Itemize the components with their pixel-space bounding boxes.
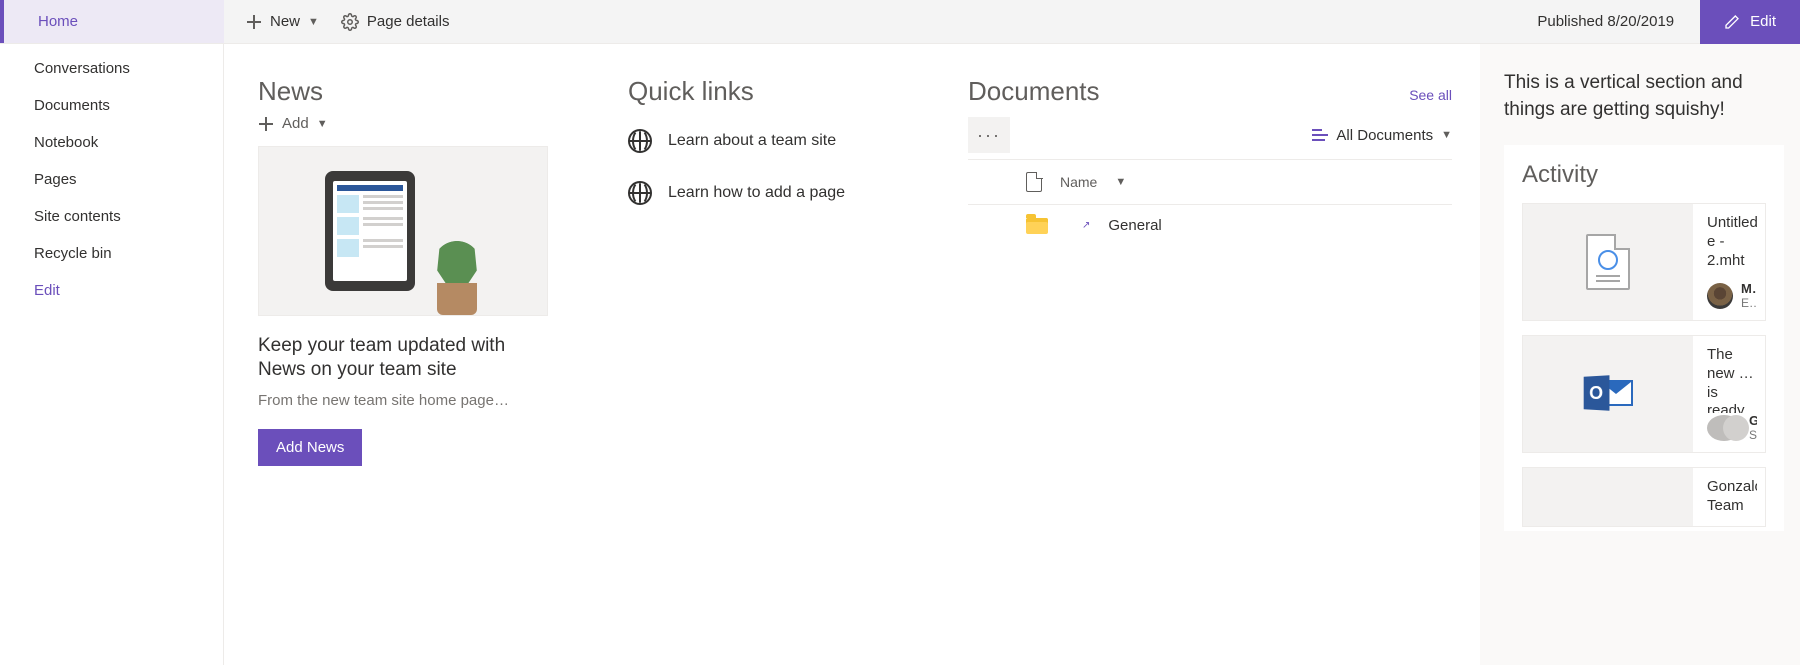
activity-item[interactable]: Gonzalos Team bbox=[1522, 467, 1766, 527]
new-button[interactable]: New ▼ bbox=[246, 13, 319, 30]
activity-item-title: The new … is ready bbox=[1707, 346, 1757, 413]
avatar bbox=[1707, 415, 1741, 441]
command-bar-right: Published 8/20/2019 Edit bbox=[1537, 0, 1800, 43]
activity-item-action: Edi… bbox=[1741, 296, 1757, 310]
documents-column-header[interactable]: Name ▼ bbox=[968, 160, 1452, 205]
activity-item[interactable]: O The new … is ready Go… Se… bbox=[1522, 335, 1766, 453]
nav-item-conversations[interactable]: Conversations bbox=[0, 50, 223, 87]
nav-item-notebook[interactable]: Notebook bbox=[0, 124, 223, 161]
news-add-label: Add bbox=[282, 115, 309, 132]
chevron-down-icon: ▼ bbox=[1115, 176, 1126, 188]
edit-button[interactable]: Edit bbox=[1700, 0, 1800, 44]
canvas: News Add ▼ bbox=[224, 44, 1800, 665]
web-document-icon bbox=[1586, 234, 1630, 290]
chevron-down-icon: ▼ bbox=[308, 16, 319, 28]
layout: Conversations Documents Notebook Pages S… bbox=[0, 44, 1800, 665]
file-icon bbox=[1026, 172, 1042, 192]
plus-icon bbox=[258, 116, 274, 132]
nav-item-edit[interactable]: Edit bbox=[0, 272, 223, 309]
activity-item-title: Gonzalos Team bbox=[1707, 478, 1757, 516]
quicklink-label: Learn about a team site bbox=[668, 132, 836, 150]
documents-row-name: General bbox=[1108, 217, 1161, 234]
folder-icon bbox=[1026, 218, 1048, 234]
documents-toolbar: ··· All Documents ▼ bbox=[968, 117, 1452, 160]
activity-item-user: Mi… bbox=[1741, 281, 1757, 296]
quicklink-item[interactable]: Learn how to add a page bbox=[628, 167, 928, 219]
activity-meta: Untitled… e - 2.mht Mi… Edi… bbox=[1693, 204, 1765, 320]
page-details-button[interactable]: Page details bbox=[341, 13, 450, 31]
documents-view-label: All Documents bbox=[1336, 127, 1433, 144]
plant-illustration bbox=[433, 225, 481, 315]
column-name-label: Name bbox=[1060, 174, 1097, 190]
documents-title: Documents bbox=[968, 76, 1100, 107]
page-details-label: Page details bbox=[367, 13, 450, 30]
published-date: Published 8/20/2019 bbox=[1537, 13, 1674, 30]
quicklink-item[interactable]: Learn about a team site bbox=[628, 115, 928, 167]
news-webpart: News Add ▼ bbox=[258, 76, 588, 665]
activity-thumb: O bbox=[1523, 336, 1693, 452]
nav-item-documents[interactable]: Documents bbox=[0, 87, 223, 124]
activity-item-title: Untitled… e - 2.mht bbox=[1707, 214, 1757, 270]
documents-more-button[interactable]: ··· bbox=[968, 117, 1010, 153]
news-add-button[interactable]: Add ▼ bbox=[258, 115, 588, 132]
quicklink-label: Learn how to add a page bbox=[668, 184, 845, 202]
globe-icon bbox=[628, 181, 652, 205]
documents-view-selector[interactable]: All Documents ▼ bbox=[1312, 127, 1452, 144]
command-bar-actions: New ▼ Page details bbox=[224, 0, 1537, 43]
outlook-icon: O bbox=[1583, 374, 1633, 414]
chevron-down-icon: ▼ bbox=[1441, 129, 1452, 141]
chevron-down-icon: ▼ bbox=[317, 118, 328, 130]
documents-row[interactable]: ↗ General bbox=[968, 205, 1452, 246]
activity-item[interactable]: Untitled… e - 2.mht Mi… Edi… bbox=[1522, 203, 1766, 321]
activity-meta: The new … is ready Go… Se… bbox=[1693, 336, 1765, 452]
nav-item-recycle-bin[interactable]: Recycle bin bbox=[0, 235, 223, 272]
activity-item-action: Se… bbox=[1749, 428, 1757, 442]
vertical-text: This is a vertical section and things ar… bbox=[1504, 70, 1784, 123]
activity-title: Activity bbox=[1522, 161, 1766, 189]
pencil-icon bbox=[1724, 14, 1740, 30]
quicklinks-title: Quick links bbox=[628, 76, 928, 107]
nav-item-site-contents[interactable]: Site contents bbox=[0, 198, 223, 235]
quicklinks-webpart: Quick links Learn about a team site Lear… bbox=[628, 76, 928, 665]
command-bar: Home New ▼ Page details Published 8/20/2… bbox=[0, 0, 1800, 44]
activity-thumb bbox=[1523, 468, 1693, 526]
documents-webpart: Documents See all ··· All Documents ▼ bbox=[968, 76, 1452, 665]
avatar bbox=[1707, 283, 1733, 309]
activity-item-user: Go… bbox=[1749, 413, 1757, 428]
news-hero-subtitle: From the new team site home page… bbox=[258, 392, 588, 409]
activity-webpart: Activity Untitled… e - 2.mht Mi… bbox=[1504, 145, 1784, 531]
news-illustration bbox=[258, 146, 548, 316]
activity-thumb bbox=[1523, 204, 1693, 320]
list-view-icon bbox=[1312, 129, 1328, 141]
new-label: New bbox=[270, 13, 300, 30]
left-nav: Conversations Documents Notebook Pages S… bbox=[0, 44, 224, 665]
nav-item-pages[interactable]: Pages bbox=[0, 161, 223, 198]
edit-label: Edit bbox=[1750, 13, 1776, 30]
add-news-button[interactable]: Add News bbox=[258, 429, 362, 466]
page-main: News Add ▼ bbox=[224, 44, 1480, 665]
plus-icon bbox=[246, 14, 262, 30]
nav-item-label: Home bbox=[38, 13, 78, 30]
activity-meta: Gonzalos Team bbox=[1693, 468, 1765, 526]
tablet-illustration bbox=[325, 171, 415, 291]
vertical-section: This is a vertical section and things ar… bbox=[1480, 44, 1800, 665]
nav-item-home-active[interactable]: Home bbox=[0, 0, 224, 43]
see-all-link[interactable]: See all bbox=[1409, 87, 1452, 103]
globe-icon bbox=[628, 129, 652, 153]
news-title: News bbox=[258, 76, 588, 107]
shared-icon: ↗ bbox=[1082, 220, 1090, 231]
news-hero-title: Keep your team updated with News on your… bbox=[258, 334, 548, 382]
gear-icon bbox=[341, 13, 359, 31]
